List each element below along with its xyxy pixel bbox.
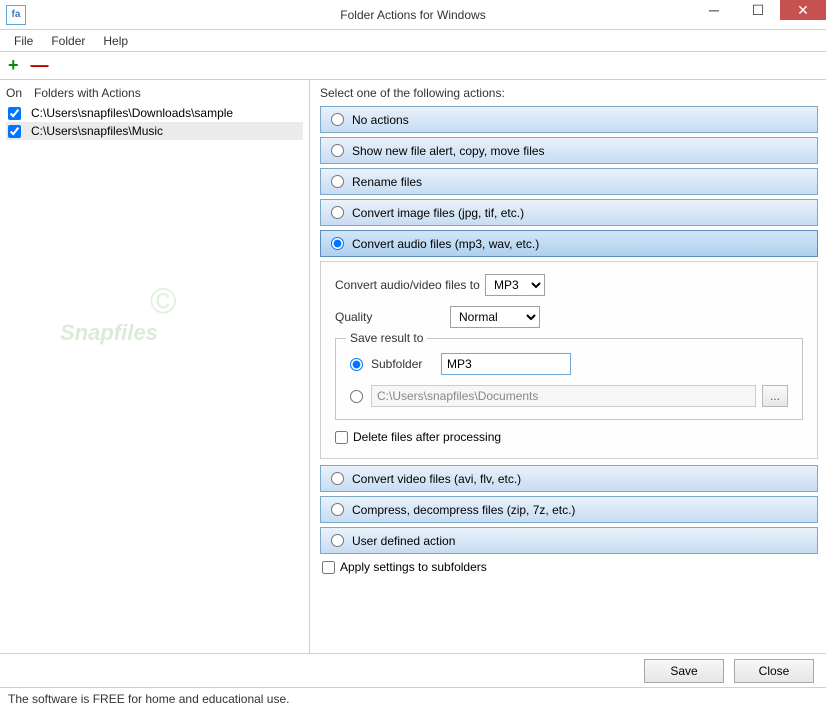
action-label: Convert audio files (mp3, wav, etc.) [352, 237, 539, 251]
radio-custom-path[interactable] [350, 390, 363, 403]
folder-path: C:\Users\snapfiles\Music [31, 124, 163, 138]
radio-user-defined[interactable] [331, 534, 344, 547]
convert-to-label: Convert audio/video files to [335, 278, 485, 292]
radio-alert[interactable] [331, 144, 344, 157]
fieldset-legend: Save result to [346, 331, 427, 345]
toolbar: + — [0, 52, 826, 80]
radio-compress[interactable] [331, 503, 344, 516]
action-label: Show new file alert, copy, move files [352, 144, 545, 158]
subfolder-row: Subfolder [350, 353, 788, 375]
radio-convert-video[interactable] [331, 472, 344, 485]
subfolder-label: Subfolder [371, 357, 441, 371]
close-window-button[interactable]: ✕ [780, 0, 826, 20]
action-convert-video[interactable]: Convert video files (avi, flv, etc.) [320, 465, 818, 492]
folder-enabled-checkbox[interactable] [8, 125, 21, 138]
statusbar: The software is FREE for home and educat… [0, 688, 826, 710]
apply-subfolders-row: Apply settings to subfolders [322, 560, 818, 574]
action-user-defined[interactable]: User defined action [320, 527, 818, 554]
delete-after-checkbox[interactable] [335, 431, 348, 444]
maximize-button[interactable]: ☐ [736, 0, 780, 20]
save-button[interactable]: Save [644, 659, 724, 683]
delete-after-label: Delete files after processing [353, 430, 501, 444]
menu-file[interactable]: File [6, 32, 41, 50]
watermark-icon: © [150, 280, 177, 322]
app-icon: fa [6, 5, 26, 25]
folder-row[interactable]: C:\Users\snapfiles\Downloads\sample [6, 104, 303, 122]
quality-select[interactable]: Normal [450, 306, 540, 328]
content-area: On Folders with Actions C:\Users\snapfil… [0, 80, 826, 654]
folder-list: C:\Users\snapfiles\Downloads\sample C:\U… [6, 104, 303, 140]
action-rename[interactable]: Rename files [320, 168, 818, 195]
minimize-button[interactable]: ─ [692, 0, 736, 20]
titlebar: fa Folder Actions for Windows ─ ☐ ✕ [0, 0, 826, 30]
apply-subfolders-label: Apply settings to subfolders [340, 560, 487, 574]
menu-help[interactable]: Help [95, 32, 136, 50]
delete-after-row: Delete files after processing [335, 430, 803, 444]
action-convert-image[interactable]: Convert image files (jpg, tif, etc.) [320, 199, 818, 226]
apply-subfolders-checkbox[interactable] [322, 561, 335, 574]
convert-audio-details: Convert audio/video files to MP3 Quality… [320, 261, 818, 459]
actions-header: Select one of the following actions: [320, 86, 818, 100]
radio-convert-audio[interactable] [331, 237, 344, 250]
status-text: The software is FREE for home and educat… [8, 692, 289, 706]
bottom-bar: Save Close [0, 654, 826, 688]
action-label: Convert video files (avi, flv, etc.) [352, 472, 521, 486]
window-controls: ─ ☐ ✕ [692, 0, 826, 29]
action-alert[interactable]: Show new file alert, copy, move files [320, 137, 818, 164]
action-label: Convert image files (jpg, tif, etc.) [352, 206, 524, 220]
folder-list-header: On Folders with Actions [6, 86, 303, 100]
action-no-actions[interactable]: No actions [320, 106, 818, 133]
custom-path-row: ... [350, 385, 788, 407]
menubar: File Folder Help [0, 30, 826, 52]
add-folder-button[interactable]: + [8, 55, 19, 76]
save-result-fieldset: Save result to Subfolder ... [335, 338, 803, 420]
actions-panel: Select one of the following actions: No … [310, 80, 826, 653]
format-select[interactable]: MP3 [485, 274, 545, 296]
folder-list-panel: On Folders with Actions C:\Users\snapfil… [0, 80, 310, 653]
action-label: Compress, decompress files (zip, 7z, etc… [352, 503, 575, 517]
detail-quality-row: Quality Normal [335, 306, 803, 328]
remove-folder-button[interactable]: — [31, 55, 49, 76]
folder-row[interactable]: C:\Users\snapfiles\Music [6, 122, 303, 140]
radio-no-actions[interactable] [331, 113, 344, 126]
action-convert-audio[interactable]: Convert audio files (mp3, wav, etc.) [320, 230, 818, 257]
action-label: No actions [352, 113, 409, 127]
window-title: Folder Actions for Windows [340, 8, 485, 22]
subfolder-input[interactable] [441, 353, 571, 375]
folder-enabled-checkbox[interactable] [8, 107, 21, 120]
folder-path: C:\Users\snapfiles\Downloads\sample [31, 106, 233, 120]
radio-subfolder[interactable] [350, 358, 363, 371]
column-folders: Folders with Actions [34, 86, 141, 100]
action-label: User defined action [352, 534, 455, 548]
browse-button[interactable]: ... [762, 385, 788, 407]
radio-rename[interactable] [331, 175, 344, 188]
detail-format-row: Convert audio/video files to MP3 [335, 274, 803, 296]
action-label: Rename files [352, 175, 422, 189]
column-on: On [6, 86, 34, 100]
close-button[interactable]: Close [734, 659, 814, 683]
radio-convert-image[interactable] [331, 206, 344, 219]
custom-path-input[interactable] [371, 385, 756, 407]
watermark-text: Snapfiles [60, 320, 158, 346]
menu-folder[interactable]: Folder [43, 32, 93, 50]
action-compress[interactable]: Compress, decompress files (zip, 7z, etc… [320, 496, 818, 523]
